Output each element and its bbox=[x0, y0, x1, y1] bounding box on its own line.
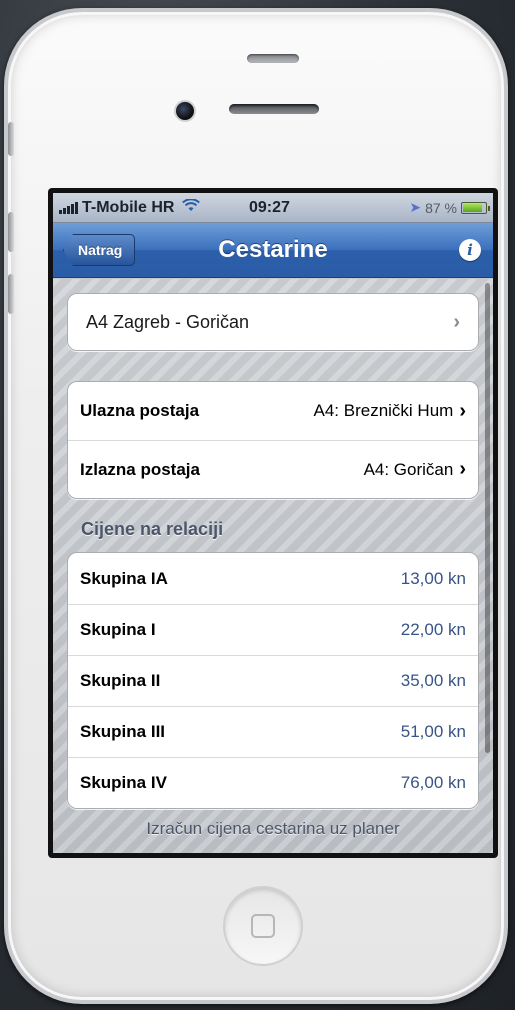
front-camera bbox=[174, 100, 196, 122]
back-button[interactable]: Natrag bbox=[63, 234, 136, 266]
price-value: 76,00 kn bbox=[400, 773, 466, 792]
status-bar: T-Mobile HR 09:27 ➤ 87 % bbox=[53, 193, 493, 223]
route-group: A4 Zagreb - Goričan › bbox=[67, 293, 479, 351]
screen: T-Mobile HR 09:27 ➤ 87 % Natrag Cestarin… bbox=[53, 193, 493, 853]
price-row: Skupina III 51,00 kn bbox=[68, 706, 478, 757]
price-category: Skupina II bbox=[80, 671, 161, 690]
screen-bezel: T-Mobile HR 09:27 ➤ 87 % Natrag Cestarin… bbox=[48, 188, 498, 858]
exit-station-label: Izlazna postaja bbox=[80, 459, 200, 479]
chevron-right-icon: › bbox=[459, 399, 466, 422]
exit-station-value: A4: Goričan bbox=[363, 459, 454, 479]
entry-station-value: A4: Breznički Hum bbox=[313, 401, 454, 420]
signal-icon bbox=[59, 201, 78, 214]
carrier-name: T-Mobile HR bbox=[82, 198, 175, 216]
price-row: Skupina I 22,00 kn bbox=[68, 604, 478, 655]
chevron-right-icon: › bbox=[459, 458, 466, 480]
stations-group: Ulazna postaja A4: Breznički Hum › Izlaz… bbox=[67, 381, 479, 499]
wifi-icon bbox=[182, 198, 201, 216]
battery-percent: 87 % bbox=[425, 199, 457, 216]
price-row: Skupina II 35,00 kn bbox=[68, 655, 478, 706]
clock: 09:27 bbox=[249, 198, 290, 216]
page-title: Cestarine bbox=[218, 236, 328, 263]
battery-icon bbox=[461, 201, 490, 214]
home-button[interactable] bbox=[223, 886, 303, 966]
route-label: A4 Zagreb - Goričan bbox=[86, 311, 250, 332]
prices-section-header: Cijene na relaciji bbox=[81, 519, 224, 539]
navigation-bar: Natrag Cestarine i bbox=[53, 223, 493, 278]
price-value: 51,00 kn bbox=[400, 722, 466, 741]
scrollbar[interactable] bbox=[485, 283, 490, 753]
price-category: Skupina IA bbox=[80, 568, 168, 588]
price-value: 22,00 kn bbox=[400, 620, 466, 639]
top-speaker bbox=[247, 54, 299, 63]
price-value: 13,00 kn bbox=[400, 568, 466, 588]
price-category: Skupina IV bbox=[80, 773, 167, 792]
price-category: Skupina I bbox=[80, 620, 156, 639]
prices-group: Skupina IA 13,00 kn Skupina I 22,00 kn S… bbox=[67, 552, 479, 809]
content-area: A4 Zagreb - Goričan › Ulazna postaja A4:… bbox=[53, 279, 493, 853]
entry-station-label: Ulazna postaja bbox=[80, 401, 200, 420]
entry-station-row[interactable]: Ulazna postaja A4: Breznički Hum › bbox=[68, 382, 478, 440]
price-row: Skupina IA 13,00 kn bbox=[68, 553, 478, 604]
chevron-right-icon: › bbox=[453, 310, 460, 333]
volume-up-button bbox=[8, 212, 14, 252]
price-value: 35,00 kn bbox=[400, 671, 466, 690]
info-icon[interactable]: i bbox=[459, 239, 481, 261]
footer-note: Izračun cijena cestarina uz planer bbox=[146, 819, 400, 838]
route-selector[interactable]: A4 Zagreb - Goričan › bbox=[68, 294, 478, 350]
price-category: Skupina III bbox=[80, 722, 166, 741]
volume-down-button bbox=[8, 274, 14, 314]
mute-switch bbox=[8, 122, 14, 156]
exit-station-row[interactable]: Izlazna postaja A4: Goričan › bbox=[68, 440, 478, 498]
home-square-icon bbox=[251, 914, 275, 938]
price-row: Skupina IV 76,00 kn bbox=[68, 757, 478, 808]
phone-frame: T-Mobile HR 09:27 ➤ 87 % Natrag Cestarin… bbox=[4, 8, 508, 1004]
earpiece bbox=[229, 104, 319, 114]
location-arrow-icon: ➤ bbox=[409, 199, 422, 215]
